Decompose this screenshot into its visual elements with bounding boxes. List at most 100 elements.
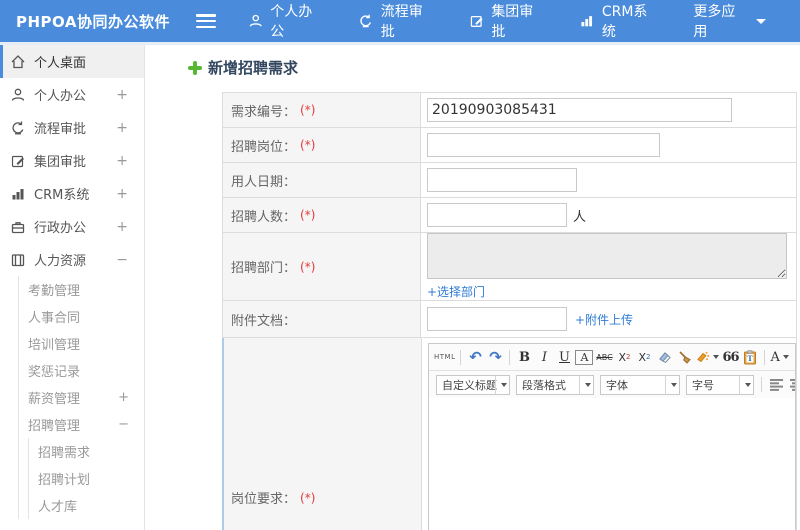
caret-down-icon [745,382,751,387]
italic-button[interactable]: I [535,347,553,367]
id-card-icon [11,253,25,266]
font-size-select[interactable]: 字号 [686,374,754,395]
field-label: 用人日期： [223,163,421,197]
hire-date-input[interactable] [427,168,577,192]
sidebar-item-label: 流程审批 [34,122,87,137]
field-label: 招聘岗位： (*) [223,128,421,162]
redo-icon[interactable]: ↷ [486,347,504,367]
highlight-pen-icon[interactable] [695,347,720,367]
home-icon [11,54,25,68]
form-row-requirements: 岗位要求： (*) HTML ↶ ↷ B I U A ABC X 2 X 2 6… [222,338,797,530]
expand-icon[interactable]: + [116,219,128,235]
sidebar-item-label: CRM系统 [34,188,90,203]
attachment-input[interactable] [427,307,567,331]
font-border-button[interactable]: A [575,349,594,365]
blockquote-button[interactable]: 66 [721,347,739,367]
caret-down-icon [713,355,720,359]
sidebar-item-salary[interactable]: 薪资管理 + [19,384,144,411]
attachment-upload-link[interactable]: +附件上传 [575,311,633,328]
expand-icon[interactable]: + [116,186,128,202]
required-marker: (*) [300,103,316,117]
collapse-icon[interactable]: − [116,252,128,268]
hr-submenu: 考勤管理 人事合同 培训管理 奖惩记录 薪资管理 + 招聘管理 − 招聘需求 招… [18,276,144,519]
caret-down-icon [671,382,677,387]
format-brush-icon[interactable] [675,347,693,367]
bar-chart-icon [581,16,593,27]
caret-down-icon [501,382,507,387]
position-input[interactable] [427,133,660,157]
sidebar-item-personal-desktop[interactable]: 个人桌面 [0,45,144,78]
edit-icon [11,155,24,167]
paste-clipboard-icon[interactable]: T [741,347,759,367]
nav-item-personal-office[interactable]: 个人办公 [248,1,325,41]
sidebar: 个人桌面 个人办公 + 流程审批 + 集团审批 + CRM系统 + 行政办公 +… [0,45,145,530]
sidebar-item-label: 集团审批 [34,155,87,170]
nav-item-label: CRM系统 [601,4,648,40]
align-center-icon[interactable] [787,375,795,395]
form-row-demand-no: 需求编号： (*) [222,93,797,128]
nav-item-label: 更多应用 [693,4,736,40]
expand-icon[interactable]: + [118,390,129,405]
nav-item-label: 个人办公 [270,4,313,40]
recruit-submenu: 招聘需求 招聘计划 人才库 [28,438,144,519]
paragraph-format-select[interactable]: 段落格式 [516,374,594,395]
html-source-button[interactable]: HTML [434,347,455,367]
sidebar-item-hr-contract[interactable]: 人事合同 [19,303,144,330]
add-plus-icon [188,60,202,75]
expand-icon[interactable]: + [116,120,128,136]
edit-icon [470,16,483,27]
sidebar-item-rewards[interactable]: 奖惩记录 [19,357,144,384]
editor-content-area[interactable] [429,398,795,530]
eraser-icon[interactable] [655,347,673,367]
sidebar-item-workflow-approval[interactable]: 流程审批 + [0,111,144,144]
demand-no-input[interactable] [427,98,732,122]
bold-button[interactable]: B [515,347,533,367]
page-title: 新增招聘需求 [188,57,298,78]
required-marker: (*) [300,208,316,222]
sidebar-item-hr[interactable]: 人力资源 − [0,243,144,276]
sidebar-item-personal-office[interactable]: 个人办公 + [0,78,144,111]
font-family-select[interactable]: 字体 [600,374,680,395]
superscript-button[interactable]: X2 [615,347,633,367]
form-row-department: 招聘部门： (*) +选择部门 [222,233,797,301]
background-color-button[interactable]: a [791,347,795,367]
sidebar-item-talent-pool[interactable]: 人才库 [29,492,144,519]
nav-item-more-apps[interactable]: 更多应用 [693,1,767,41]
headcount-unit: 人 [573,209,587,225]
select-department-link[interactable]: +选择部门 [427,283,485,300]
required-marker: (*) [300,490,316,505]
underline-button[interactable]: U [555,347,573,367]
headcount-input[interactable] [427,203,567,227]
subscript-button[interactable]: X2 [635,347,653,367]
sidebar-item-attendance[interactable]: 考勤管理 [19,276,144,303]
sidebar-item-admin-office[interactable]: 行政办公 + [0,210,144,243]
hamburger-icon[interactable] [196,14,216,28]
required-marker: (*) [300,138,316,152]
align-left-icon[interactable] [767,375,785,395]
sidebar-item-recruit-mgmt[interactable]: 招聘管理 − [19,411,144,438]
nav-item-label: 流程审批 [380,4,423,40]
sidebar-item-recruit-plan[interactable]: 招聘计划 [29,465,144,492]
nav-item-group-approval[interactable]: 集团审批 [469,1,546,41]
nav-item-workflow-approval[interactable]: 流程审批 [358,1,435,41]
sidebar-item-crm[interactable]: CRM系统 + [0,177,144,210]
department-textarea[interactable] [427,233,787,279]
sidebar-item-recruit-demand[interactable]: 招聘需求 [29,438,144,465]
editor-toolbar-row2: 自定义标题 段落格式 字体 字号 [429,371,795,398]
sidebar-item-group-approval[interactable]: 集团审批 + [0,144,144,177]
field-label: 招聘人数： (*) [223,198,421,232]
recruit-demand-form: 需求编号：(*) 招聘岗位：(*) 用人日期： 招聘人数：(*) [222,92,797,530]
user-icon [249,14,262,27]
expand-icon[interactable]: + [116,87,128,103]
strikethrough-button[interactable]: ABC [595,347,613,367]
collapse-icon[interactable]: − [118,417,129,432]
briefcase-icon [11,221,25,233]
nav-item-crm[interactable]: CRM系统 [579,1,659,41]
sidebar-item-label: 个人桌面 [34,56,87,71]
sidebar-item-training[interactable]: 培训管理 [19,330,144,357]
undo-icon[interactable]: ↶ [466,347,484,367]
font-color-button[interactable]: A [770,347,789,367]
sidebar-item-label: 个人办公 [34,89,87,104]
custom-title-select[interactable]: 自定义标题 [436,374,510,395]
expand-icon[interactable]: + [116,153,128,169]
